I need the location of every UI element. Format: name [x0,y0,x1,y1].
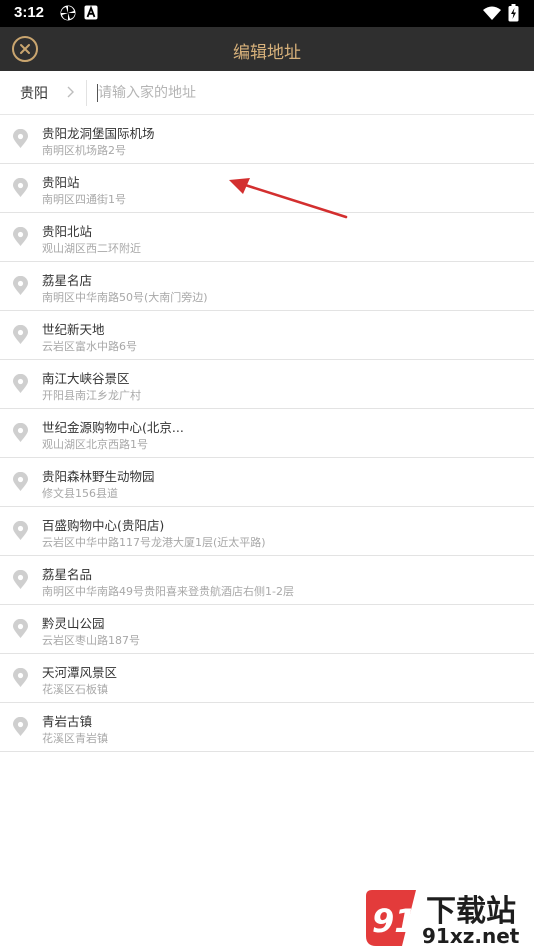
location-pin-icon [13,227,28,246]
battery-charging-icon [508,4,519,22]
place-name: 贵阳北站 [42,224,93,239]
watermark: 91 下载站 91xz.net [360,886,532,948]
divider [86,80,87,106]
place-list-item[interactable]: 荔星名店南明区中华南路50号(大南门旁边) [0,262,534,311]
place-name: 荔星名店 [42,273,93,288]
city-selector[interactable]: 贵阳 [20,83,48,103]
place-address: 南明区四通街1号 [42,193,126,206]
place-address: 花溪区石板镇 [42,683,108,696]
place-list-item[interactable]: 贵阳森林野生动物园 修文县156县道 [0,458,534,507]
address-search-bar: 贵阳 [0,71,534,115]
place-name: 贵阳站 [42,175,80,190]
place-list-item[interactable]: 黔灵山公园云岩区枣山路187号 [0,605,534,654]
place-name: 天河潭风景区 [42,665,118,680]
place-address: 花溪区青岩镇 [42,732,108,745]
place-list-item[interactable]: 百盛购物中心(贵阳店) 云岩区中华中路117号龙港大厦1层(近太平路) [0,507,534,556]
status-time: 3:12 [14,4,45,21]
place-address: 云岩区枣山路187号 [42,634,140,647]
address-search-input[interactable] [98,79,518,107]
place-name: 百盛购物中心(贵阳店) [42,518,165,533]
place-address: 南明区中华南路50号(大南门旁边) [42,291,208,304]
location-pin-icon [13,717,28,736]
place-name: 贵阳森林野生动物园 [42,469,155,484]
place-list-item[interactable]: 世纪新天地云岩区富水中路6号 [0,311,534,360]
place-list-item[interactable]: 世纪金源购物中心(北京... 观山湖区北京西路1号 [0,409,534,458]
place-name: 荔星名品 [42,567,93,582]
place-list-item[interactable]: 荔星名品南明区中华南路49号贵阳喜来登贵航酒店右侧1-2层 [0,556,534,605]
place-address: 南明区中华南路49号贵阳喜来登贵航酒店右侧1-2层 [42,585,294,598]
place-name: 贵阳龙洞堡国际机场 [42,126,155,141]
location-pin-icon [13,423,28,442]
place-list-item[interactable]: 天河潭风景区 花溪区石板镇 [0,654,534,703]
wifi-icon [483,6,501,20]
location-pin-icon [13,668,28,687]
notification-a-icon [84,5,98,20]
location-pin-icon [13,276,28,295]
place-address: 修文县156县道 [42,487,118,500]
watermark-url: 91xz.net [422,924,520,948]
place-name: 南江大峡谷景区 [42,371,130,386]
page-title: 编辑地址 [233,43,301,63]
place-list-item[interactable]: 贵阳龙洞堡国际机场 南明区机场路2号 [0,115,534,164]
location-pin-icon [13,325,28,344]
annotation-arrow [229,178,348,219]
place-name: 黔灵山公园 [42,616,105,631]
place-address: 开阳县南江乡龙广村 [42,389,141,402]
location-pin-icon [13,472,28,491]
place-name: 青岩古镇 [42,714,93,729]
pinwheel-app-icon [60,5,76,21]
place-list-item[interactable]: 南江大峡谷景区 开阳县南江乡龙广村 [0,360,534,409]
watermark-logo-icon: 91 [366,890,417,946]
app-bar: 编辑地址 [0,27,534,71]
place-address: 云岩区中华中路117号龙港大厦1层(近太平路) [42,536,266,549]
place-list-item[interactable]: 青岩古镇花溪区青岩镇 [0,703,534,752]
place-address: 南明区机场路2号 [42,144,126,157]
location-pin-icon [13,374,28,393]
location-pin-icon [13,178,28,197]
location-pin-icon [13,129,28,148]
location-pin-icon [13,521,28,540]
location-pin-icon [13,619,28,638]
place-name: 世纪金源购物中心(北京... [42,420,184,435]
place-address: 观山湖区北京西路1号 [42,438,148,451]
chevron-right-icon[interactable] [66,85,75,99]
place-address: 观山湖区西二环附近 [42,242,141,255]
watermark-logo-text: 91 [372,902,417,940]
place-name: 世纪新天地 [42,322,105,337]
place-address: 云岩区富水中路6号 [42,340,137,353]
location-pin-icon [13,570,28,589]
status-bar: 3:12 [0,0,534,27]
